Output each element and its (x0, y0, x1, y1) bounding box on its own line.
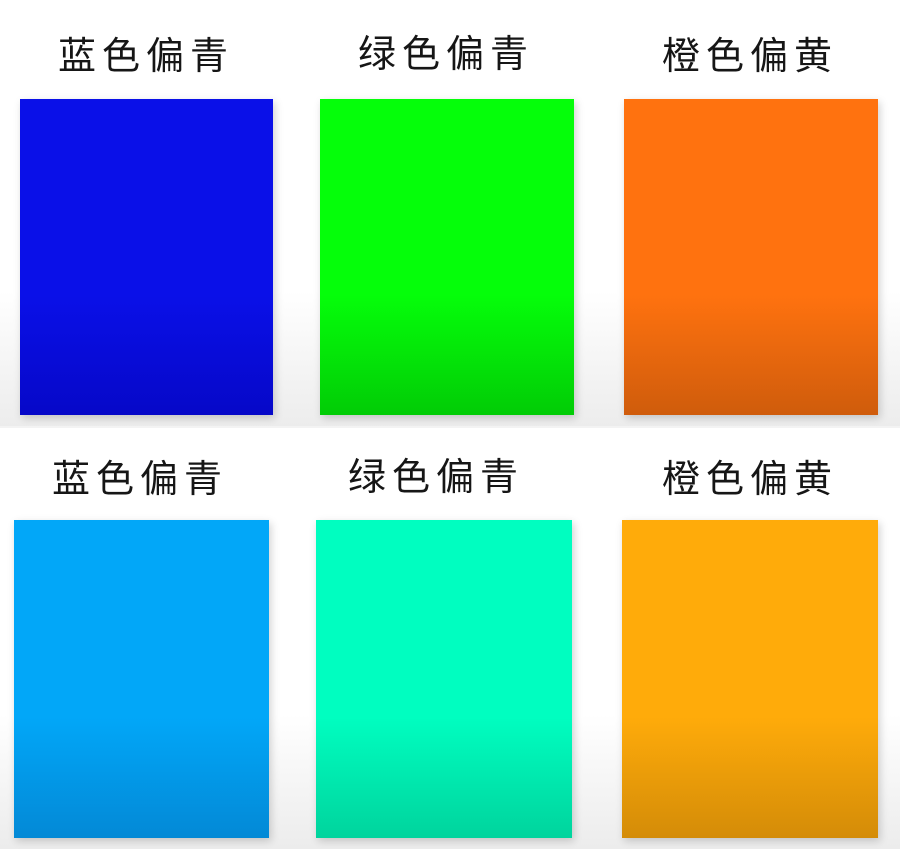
swatch-label-green-cyan: 绿色偏青 (347, 455, 524, 499)
top-row-panel: 蓝色偏青 绿色偏青 橙色偏黄 (0, 0, 900, 428)
bottom-row-panel: 蓝色偏青 绿色偏青 橙色偏黄 (0, 428, 900, 849)
swatch-label-green-cyan: 绿色偏青 (357, 32, 534, 76)
swatch-label-orange-yellow: 橙色偏黄 (661, 34, 838, 78)
color-swatch-blue (20, 99, 273, 415)
swatch-label-blue-cyan: 蓝色偏青 (51, 457, 228, 501)
color-swatch-green (320, 99, 574, 415)
color-swatch-aqua-green (316, 520, 572, 838)
color-swatch-sky-blue (14, 520, 269, 838)
color-swatch-orange (624, 99, 878, 415)
color-swatch-amber (622, 520, 878, 838)
swatch-label-orange-yellow: 橙色偏黄 (661, 457, 838, 501)
swatch-label-blue-cyan: 蓝色偏青 (57, 34, 234, 78)
